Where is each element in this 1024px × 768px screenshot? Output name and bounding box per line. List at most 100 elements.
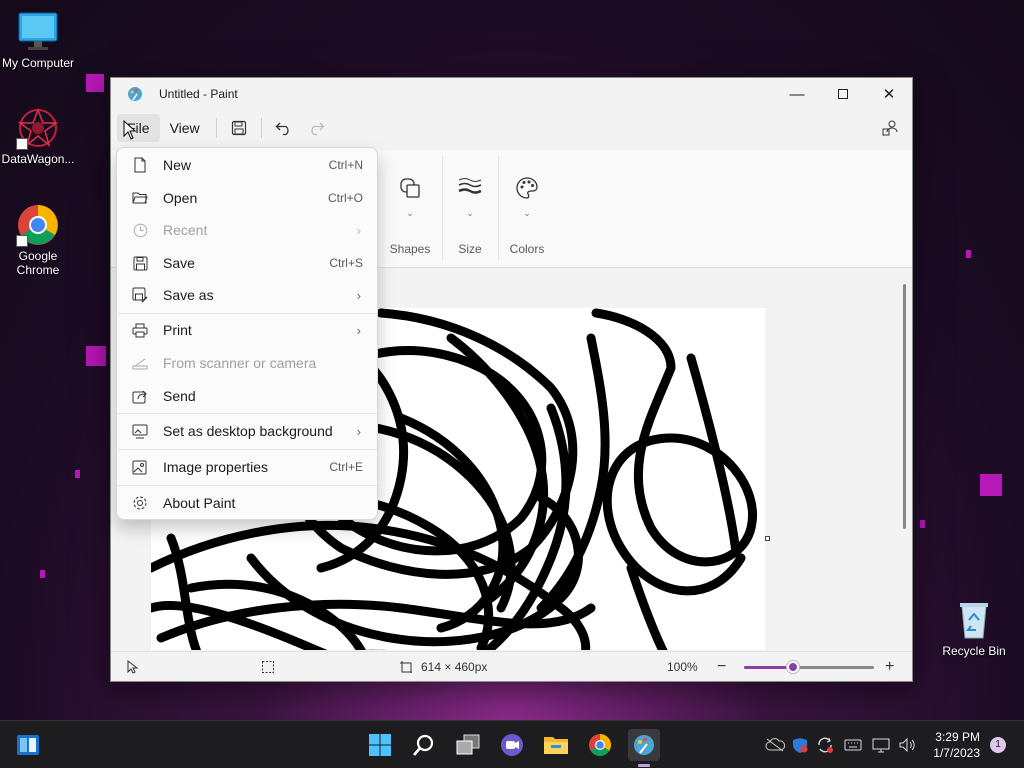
menu-view[interactable]: View <box>160 114 210 142</box>
menu-item-send[interactable]: Send <box>121 381 373 411</box>
monitor-icon <box>16 10 60 54</box>
menu-item-label: Save <box>163 255 195 271</box>
redo-button[interactable] <box>300 114 332 142</box>
chat-icon <box>501 734 523 756</box>
redo-icon <box>311 122 325 136</box>
widgets-icon <box>17 735 39 755</box>
canvas-resize-handle[interactable] <box>765 536 770 541</box>
chevron-right-icon: › <box>356 322 361 338</box>
windows-icon <box>369 734 391 756</box>
save-quick-button[interactable] <box>223 114 255 142</box>
datawagon-icon <box>16 106 60 150</box>
maximize-button[interactable] <box>820 78 866 110</box>
clock[interactable]: 3:29 PM 1/7/2023 <box>933 729 980 761</box>
zoom-percent: 100% <box>667 660 698 674</box>
menu-item-save-as[interactable]: Save as › <box>121 280 373 310</box>
desktop-decoration <box>980 474 1002 496</box>
chat-button[interactable] <box>496 729 528 761</box>
menu-item-new[interactable]: New Ctrl+N <box>121 150 373 180</box>
folder-open-icon <box>132 192 148 204</box>
minimize-button[interactable]: — <box>774 78 820 110</box>
menu-separator <box>117 449 377 450</box>
menu-item-label: Send <box>163 388 196 404</box>
ribbon-group-shapes[interactable]: ⌄ Shapes <box>379 150 441 268</box>
search-button[interactable] <box>408 729 440 761</box>
network-button[interactable] <box>868 737 894 753</box>
shield-icon <box>793 737 808 753</box>
file-explorer-button[interactable] <box>540 729 572 761</box>
undo-button[interactable] <box>268 114 300 142</box>
chrome-taskbar-button[interactable] <box>584 729 616 761</box>
menu-separator <box>117 485 377 486</box>
task-view-button[interactable] <box>452 729 484 761</box>
recycle-bin-icon <box>952 598 996 642</box>
menu-item-about-paint[interactable]: About Paint <box>121 488 373 518</box>
zoom-slider-fill <box>744 666 794 669</box>
minimize-icon: — <box>789 85 805 103</box>
ribbon-label-colors: Colors <box>509 242 545 256</box>
onedrive-button[interactable] <box>762 738 788 752</box>
menu-item-label: Save as <box>163 287 214 303</box>
account-icon <box>882 120 898 136</box>
menu-bar: File View <box>111 110 912 146</box>
image-properties-icon <box>132 460 147 474</box>
menu-item-image-properties[interactable]: Image properties Ctrl+E <box>121 452 373 482</box>
menu-item-label: Recent <box>163 222 208 238</box>
task-view-icon <box>456 734 480 755</box>
palette-icon <box>516 177 538 199</box>
ribbon-label-size: Size <box>458 242 482 256</box>
desktop-icon-google-chrome[interactable]: Google Chrome <box>0 203 76 277</box>
ribbon-group-colors[interactable]: ⌄ Colors <box>499 150 555 268</box>
status-bar: 614 × 460px 100% − + <box>111 651 912 681</box>
menu-item-shortcut: Ctrl+E <box>329 460 363 474</box>
notification-badge[interactable]: 1 <box>990 737 1006 753</box>
zoom-slider[interactable] <box>744 661 874 673</box>
desktop-icon-recycle-bin[interactable]: Recycle Bin <box>936 598 1012 658</box>
menu-item-save[interactable]: Save Ctrl+S <box>121 248 373 278</box>
menu-item-label: Set as desktop background <box>163 423 333 439</box>
paint-taskbar-button[interactable] <box>628 729 660 767</box>
paint-app-icon <box>634 735 654 755</box>
keyboard-button[interactable] <box>838 739 868 751</box>
ribbon-group-size[interactable]: ⌄ Size <box>443 150 497 268</box>
close-icon: ✕ <box>882 86 896 103</box>
shortcut-arrow-icon <box>16 138 28 150</box>
zoom-slider-thumb[interactable] <box>787 661 800 673</box>
printer-icon <box>132 323 148 337</box>
menu-item-print[interactable]: Print › <box>121 315 373 345</box>
desktop-decoration <box>40 570 45 578</box>
menu-item-label: Image properties <box>163 459 269 475</box>
zoom-out-button[interactable]: − <box>717 652 726 682</box>
menu-item-recent: Recent › <box>121 215 373 245</box>
system-tray <box>762 721 920 768</box>
desktop-decoration <box>966 250 971 258</box>
selection-icon <box>262 661 274 673</box>
volume-button[interactable] <box>894 737 920 753</box>
close-button[interactable]: ✕ <box>866 78 912 110</box>
canvas-dimensions: 614 × 460px <box>421 660 488 674</box>
widgets-button[interactable] <box>12 729 44 761</box>
chevron-down-icon: ⌄ <box>523 208 531 218</box>
desktop-icon-label: Google Chrome <box>16 249 60 277</box>
start-button[interactable] <box>364 729 396 761</box>
update-button[interactable] <box>812 736 838 754</box>
menu-separator <box>117 313 377 314</box>
menu-item-open[interactable]: Open Ctrl+O <box>121 183 373 213</box>
desktop-icon-datawagon[interactable]: DataWagon... <box>0 106 76 166</box>
clock-icon <box>133 223 147 237</box>
canvas-size: 614 × 460px <box>399 652 487 682</box>
zoom-in-button[interactable]: + <box>885 652 894 682</box>
vertical-scrollbar[interactable] <box>903 284 906 529</box>
volume-icon <box>899 737 915 753</box>
pointer-icon <box>127 660 139 674</box>
menu-item-set-desktop-background[interactable]: Set as desktop background › <box>121 416 373 446</box>
window-title: Untitled - Paint <box>159 87 238 101</box>
desktop-icon-my-computer[interactable]: My Computer <box>0 10 76 70</box>
size-icon <box>458 178 482 194</box>
account-button[interactable] <box>874 114 906 142</box>
clock-date: 1/7/2023 <box>933 746 980 760</box>
title-bar[interactable]: Untitled - Paint — ✕ <box>111 78 912 110</box>
security-button[interactable] <box>788 737 812 754</box>
chevron-down-icon: ⌄ <box>466 208 474 218</box>
desktop-decoration <box>86 346 106 366</box>
